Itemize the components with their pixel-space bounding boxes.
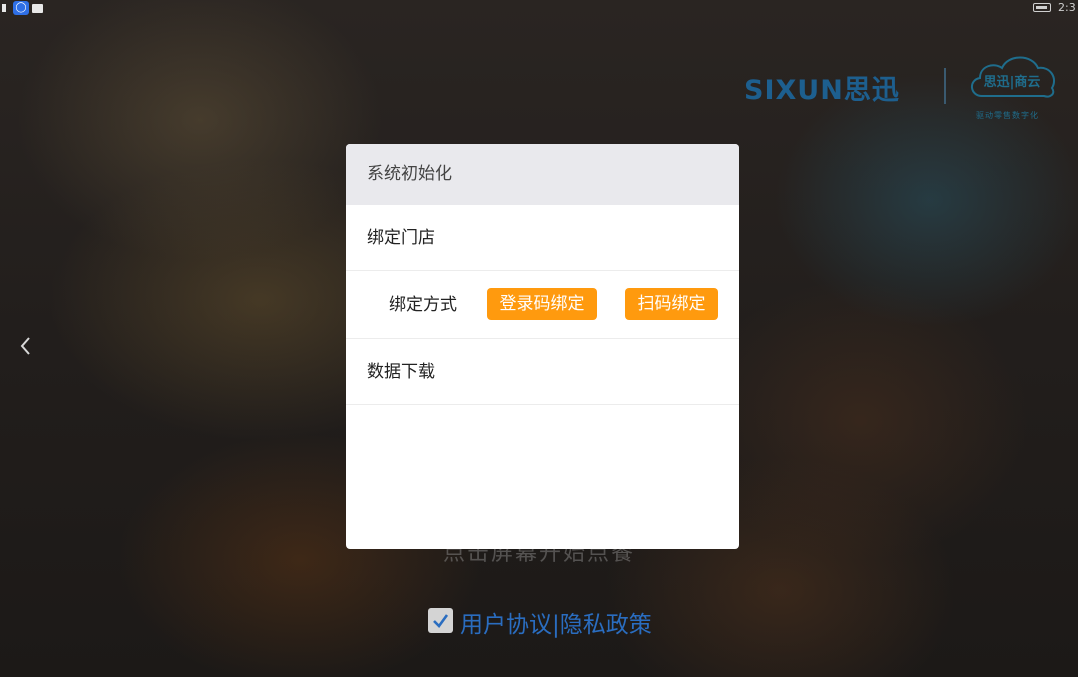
data-download-row[interactable]: 数据下载: [346, 339, 739, 405]
scan-bind-button[interactable]: 扫码绑定: [625, 288, 718, 320]
notification-app-icon: ◯: [13, 1, 29, 15]
brand-divider: [944, 68, 946, 104]
agreement-checkbox[interactable]: [428, 608, 453, 633]
cloud-logo-icon: 思迅|商云: [971, 56, 1056, 98]
back-arrow-icon[interactable]: [16, 334, 36, 358]
status-indicator: [2, 4, 6, 12]
dialog-title: 系统初始化: [346, 144, 739, 205]
bind-method-label: 绑定方式: [389, 295, 457, 315]
brand-name: SIXUN思迅: [744, 75, 900, 106]
agreement-link[interactable]: 用户协议|隐私政策: [460, 605, 652, 639]
bind-store-row[interactable]: 绑定门店: [346, 205, 739, 271]
status-time: 2:3: [1058, 1, 1076, 14]
cloud-subtitle: 驱动零售数字化: [976, 111, 1039, 120]
bind-method-row: 绑定方式 登录码绑定 扫码绑定: [346, 271, 739, 339]
system-init-dialog: 系统初始化 绑定门店 绑定方式 登录码绑定 扫码绑定 数据下载: [346, 144, 739, 549]
cloud-logo-text: 思迅|商云: [984, 74, 1041, 90]
check-icon: [433, 614, 449, 628]
status-bar: ◯ 2:3: [0, 0, 1078, 16]
battery-icon: [1033, 3, 1051, 12]
notification-icon: [32, 4, 43, 13]
login-code-bind-button[interactable]: 登录码绑定: [487, 288, 597, 320]
